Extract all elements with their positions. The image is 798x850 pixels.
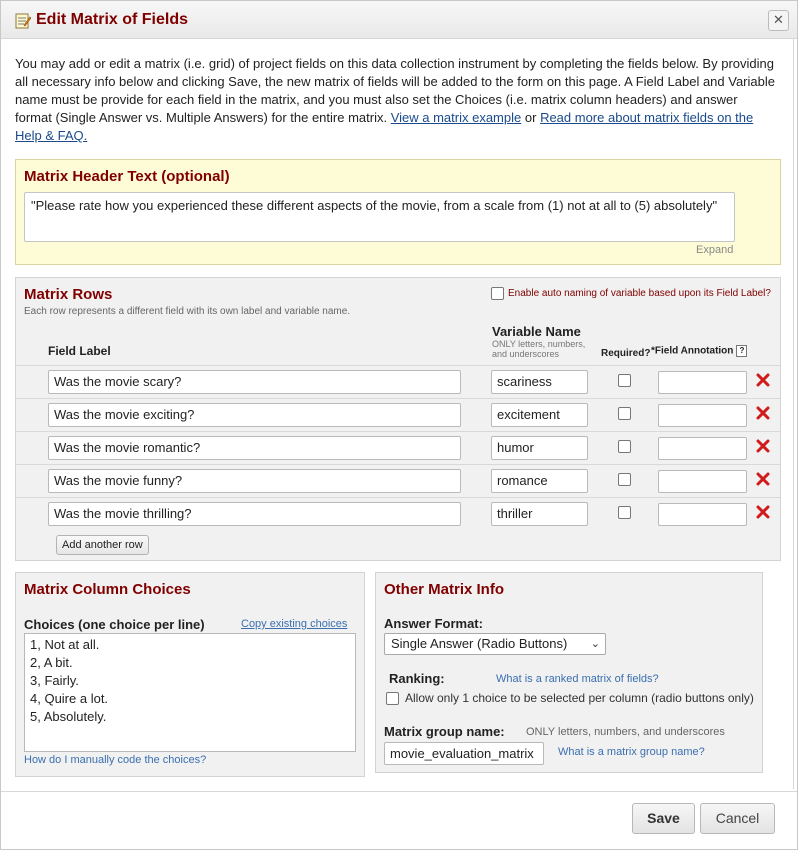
annotation-header: *Field Annotation?: [651, 345, 748, 357]
variable-name-header: Variable Name: [492, 324, 581, 339]
annotation-header-label: *Field Annotation: [651, 345, 734, 357]
choice-line: 3, Fairly.: [30, 673, 79, 688]
delete-icon[interactable]: [756, 505, 770, 519]
matrix-row: Was the movie exciting? excitement: [16, 398, 780, 431]
field-label-header: Field Label: [48, 344, 111, 358]
other-matrix-info-section: Other Matrix Info Answer Format: Single …: [375, 572, 763, 773]
field-annotation-input[interactable]: [658, 371, 747, 394]
matrix-header-section: Matrix Header Text (optional) "Please ra…: [15, 159, 781, 265]
cancel-button[interactable]: Cancel: [700, 803, 775, 834]
intro-text: You may add or edit a matrix (i.e. grid)…: [15, 55, 775, 145]
field-annotation-input[interactable]: [658, 470, 747, 493]
dialog-footer: Save Cancel: [1, 791, 797, 849]
ranking-option[interactable]: Allow only 1 choice to be selected per c…: [386, 691, 754, 706]
required-checkbox[interactable]: [618, 407, 631, 420]
chevron-down-icon: ⌄: [590, 638, 600, 650]
field-annotation-input[interactable]: [658, 437, 747, 460]
manual-code-link[interactable]: How do I manually code the choices?: [24, 754, 206, 766]
delete-icon[interactable]: [756, 373, 770, 387]
choice-line: 4, Quire a lot.: [30, 691, 109, 706]
variable-name-input[interactable]: scariness: [491, 370, 588, 394]
answer-format-value: Single Answer (Radio Buttons): [391, 636, 568, 651]
field-label-input[interactable]: Was the movie exciting?: [48, 403, 461, 427]
matrix-header-textarea[interactable]: "Please rate how you experienced these d…: [24, 192, 735, 242]
dialog-title: Edit Matrix of Fields: [36, 11, 189, 28]
choice-line: 2, A bit.: [30, 655, 73, 670]
variable-name-input[interactable]: excitement: [491, 403, 588, 427]
ranking-label: Ranking:: [389, 671, 445, 686]
required-checkbox[interactable]: [618, 473, 631, 486]
required-checkbox[interactable]: [618, 440, 631, 453]
field-annotation-input[interactable]: [658, 404, 747, 427]
field-label-input[interactable]: Was the movie funny?: [48, 469, 461, 493]
choices-textarea[interactable]: 1, Not at all. 2, A bit. 3, Fairly. 4, Q…: [24, 633, 356, 752]
choice-line: 1, Not at all.: [30, 637, 100, 652]
matrix-choices-section: Matrix Column Choices Choices (one choic…: [15, 572, 365, 777]
answer-format-select[interactable]: Single Answer (Radio Buttons) ⌄: [384, 633, 606, 655]
close-icon[interactable]: ✕: [768, 10, 789, 31]
matrix-row: Was the movie romantic? humor: [16, 431, 780, 464]
add-row-button[interactable]: Add another row: [56, 535, 149, 555]
group-name-label: Matrix group name:: [384, 724, 505, 739]
ranking-help-link[interactable]: What is a ranked matrix of fields?: [496, 673, 659, 685]
autoname-option[interactable]: Enable auto naming of variable based upo…: [491, 287, 771, 300]
ranking-checkbox[interactable]: [386, 692, 399, 706]
choices-label: Choices (one choice per line): [24, 617, 205, 632]
required-header: Required?: [601, 348, 651, 359]
autoname-label: Enable auto naming of variable based upo…: [508, 288, 771, 300]
matrix-row: Was the movie thrilling? thriller: [16, 497, 780, 530]
group-name-note: ONLY letters, numbers, and underscores: [526, 726, 725, 738]
required-checkbox[interactable]: [618, 374, 631, 387]
autoname-checkbox[interactable]: [491, 287, 504, 300]
ranking-option-label: Allow only 1 choice to be selected per c…: [405, 691, 754, 705]
variable-name-input[interactable]: thriller: [491, 502, 588, 526]
matrix-rows-subtitle: Each row represents a different field wi…: [24, 306, 351, 317]
save-button[interactable]: Save: [632, 803, 695, 834]
field-label-input[interactable]: Was the movie thrilling?: [48, 502, 461, 526]
matrix-header-title: Matrix Header Text (optional): [24, 168, 230, 185]
matrix-rows-title: Matrix Rows: [24, 286, 113, 303]
field-label-input[interactable]: Was the movie scary?: [48, 370, 461, 394]
answer-format-label: Answer Format:: [384, 616, 483, 631]
delete-icon[interactable]: [756, 406, 770, 420]
dialog-titlebar: Edit Matrix of Fields ✕: [1, 1, 797, 39]
matrix-rows-section: Matrix Rows Each row represents a differ…: [15, 277, 781, 561]
view-example-link[interactable]: View a matrix example: [391, 110, 522, 125]
help-icon[interactable]: ?: [736, 345, 748, 357]
field-label-input[interactable]: Was the movie romantic?: [48, 436, 461, 460]
field-annotation-input[interactable]: [658, 503, 747, 526]
matrix-row: Was the movie funny? romance: [16, 464, 780, 497]
matrix-choices-title: Matrix Column Choices: [24, 581, 191, 598]
variable-name-input[interactable]: romance: [491, 469, 588, 493]
group-name-help-link[interactable]: What is a matrix group name?: [558, 746, 705, 758]
delete-icon[interactable]: [756, 439, 770, 453]
edit-form-icon: [15, 13, 31, 29]
intro-or: or: [524, 110, 537, 125]
delete-icon[interactable]: [756, 472, 770, 486]
expand-link[interactable]: Expand: [696, 244, 733, 256]
matrix-row: Was the movie scary? scariness: [16, 365, 780, 398]
edit-matrix-dialog: Edit Matrix of Fields ✕ You may add or e…: [0, 0, 798, 850]
choice-line: 5, Absolutely.: [30, 709, 107, 724]
variable-name-note: ONLY letters, numbers, and underscores: [492, 339, 586, 359]
scroll-divider: [793, 39, 794, 789]
copy-choices-link[interactable]: Copy existing choices: [241, 618, 347, 630]
variable-name-input[interactable]: humor: [491, 436, 588, 460]
other-info-title: Other Matrix Info: [384, 581, 505, 598]
required-checkbox[interactable]: [618, 506, 631, 519]
group-name-input[interactable]: movie_evaluation_matrix: [384, 742, 544, 765]
